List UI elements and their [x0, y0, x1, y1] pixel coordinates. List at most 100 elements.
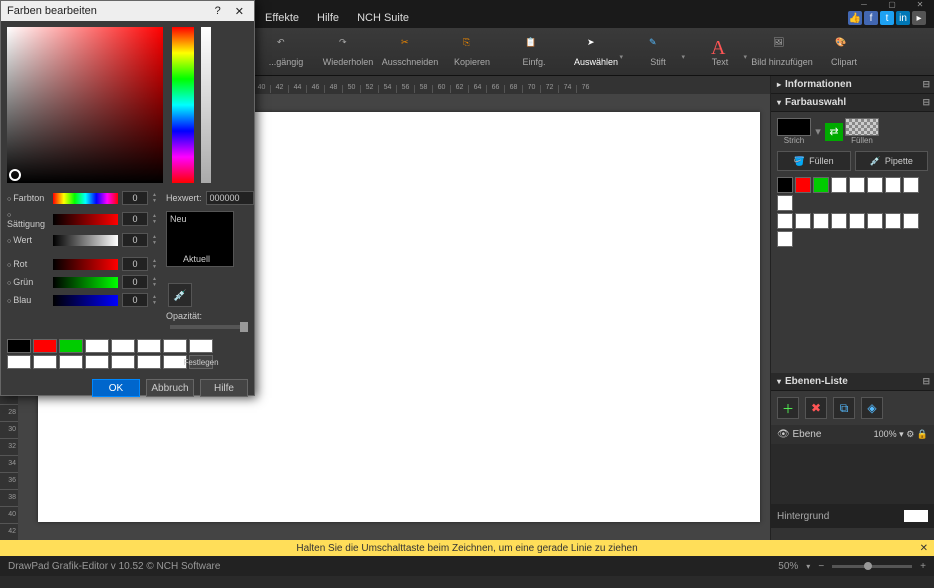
- lock-icon[interactable]: 🔒: [917, 429, 928, 439]
- delete-layer-button[interactable]: ✖: [805, 397, 827, 419]
- opacity-slider[interactable]: [170, 325, 248, 329]
- visibility-icon[interactable]: 👁: [777, 429, 790, 440]
- linkedin-icon[interactable]: in: [896, 11, 910, 25]
- colors-panel-header[interactable]: Farbauswahl⊟: [771, 94, 934, 112]
- layer-settings-icon[interactable]: ⚙: [906, 429, 914, 439]
- fill-button[interactable]: 🪣Füllen: [777, 151, 851, 171]
- panel-collapse-icon[interactable]: ⊟: [922, 79, 930, 90]
- minimize-button[interactable]: ─: [850, 0, 878, 8]
- preset-swatch[interactable]: [111, 339, 135, 353]
- hue-input[interactable]: [122, 191, 148, 205]
- dialog-help-button[interactable]: ?: [211, 5, 225, 18]
- text-tool[interactable]: AText▾: [689, 29, 751, 75]
- preset-swatch[interactable]: [7, 339, 31, 353]
- select-tool[interactable]: ➤Auswählen▾: [565, 29, 627, 75]
- palette-swatch[interactable]: [795, 177, 811, 193]
- hex-input[interactable]: [206, 191, 254, 205]
- blue-input[interactable]: [122, 293, 148, 307]
- layer-item[interactable]: 👁 Ebene 100% ▾ ⚙ 🔒: [771, 425, 934, 444]
- green-input[interactable]: [122, 275, 148, 289]
- close-button[interactable]: ✕: [906, 0, 934, 8]
- share-icon[interactable]: ▸: [912, 11, 926, 25]
- cancel-button[interactable]: Abbruch: [146, 379, 194, 397]
- zoom-in-button[interactable]: +: [920, 561, 926, 572]
- preset-swatch[interactable]: [85, 339, 109, 353]
- panel-collapse-icon[interactable]: ⊟: [922, 97, 930, 108]
- preset-swatch[interactable]: [7, 355, 31, 369]
- palette-swatch[interactable]: [777, 177, 793, 193]
- preset-swatch[interactable]: [59, 339, 83, 353]
- zoom-dropdown-icon[interactable]: ▾: [806, 562, 810, 571]
- preset-swatch[interactable]: [59, 355, 83, 369]
- hue-track[interactable]: [53, 193, 118, 204]
- palette-swatch[interactable]: [813, 213, 829, 229]
- dropdown-icon[interactable]: ▾: [813, 125, 823, 138]
- green-track[interactable]: [53, 277, 118, 288]
- like-icon[interactable]: 👍: [848, 11, 862, 25]
- background-layer[interactable]: Hintergrund: [771, 504, 934, 528]
- saturation-track[interactable]: [53, 214, 118, 225]
- layers-panel-header[interactable]: Ebenen-Liste⊟: [771, 373, 934, 391]
- value-track[interactable]: [53, 235, 118, 246]
- menu-nch-suite[interactable]: NCH Suite: [357, 12, 409, 24]
- palette-swatch[interactable]: [777, 213, 793, 229]
- saturation-input[interactable]: [122, 212, 148, 226]
- zoom-out-button[interactable]: −: [818, 561, 824, 572]
- hint-close-button[interactable]: ✕: [920, 543, 928, 554]
- preset-swatch[interactable]: [137, 339, 161, 353]
- help-button[interactable]: Hilfe: [200, 379, 248, 397]
- preset-swatch[interactable]: [85, 355, 109, 369]
- layer-options-button[interactable]: ◈: [861, 397, 883, 419]
- menu-help[interactable]: Hilfe: [317, 12, 339, 24]
- blue-track[interactable]: [53, 295, 118, 306]
- preset-swatch[interactable]: [137, 355, 161, 369]
- red-input[interactable]: [122, 257, 148, 271]
- menu-effects[interactable]: Effekte: [265, 12, 299, 24]
- duplicate-layer-button[interactable]: ⧉: [833, 397, 855, 419]
- pen-tool[interactable]: ✎Stift▾: [627, 29, 689, 75]
- hue-slider[interactable]: [172, 27, 194, 183]
- palette-swatch[interactable]: [777, 231, 793, 247]
- palette-swatch[interactable]: [903, 213, 919, 229]
- eyedropper-button[interactable]: 💉: [168, 283, 192, 307]
- copy-button[interactable]: ⎘Kopieren: [441, 29, 503, 75]
- swap-colors-icon[interactable]: ⇄: [825, 123, 843, 141]
- palette-swatch[interactable]: [885, 177, 901, 193]
- undo-button[interactable]: ↶...gängig: [255, 29, 317, 75]
- preset-swatch[interactable]: [33, 339, 57, 353]
- add-layer-button[interactable]: ＋: [777, 397, 799, 419]
- preset-swatch[interactable]: [111, 355, 135, 369]
- palette-swatch[interactable]: [903, 177, 919, 193]
- value-input[interactable]: [122, 233, 148, 247]
- color-field[interactable]: [7, 27, 163, 183]
- add-image-button[interactable]: 🖼Bild hinzufügen: [751, 29, 813, 75]
- stroke-swatch[interactable]: [777, 118, 811, 136]
- zoom-slider[interactable]: [832, 565, 912, 568]
- facebook-icon[interactable]: f: [864, 11, 878, 25]
- palette-swatch[interactable]: [813, 177, 829, 193]
- palette-swatch[interactable]: [795, 213, 811, 229]
- ok-button[interactable]: OK: [92, 379, 140, 397]
- info-panel-header[interactable]: Informationen⊟: [771, 76, 934, 94]
- red-track[interactable]: [53, 259, 118, 270]
- palette-swatch[interactable]: [777, 195, 793, 211]
- cut-button[interactable]: ✂Ausschneiden: [379, 29, 441, 75]
- panel-collapse-icon[interactable]: ⊟: [922, 376, 930, 387]
- palette-swatch[interactable]: [867, 213, 883, 229]
- palette-swatch[interactable]: [867, 177, 883, 193]
- palette-swatch[interactable]: [849, 177, 865, 193]
- set-color-button[interactable]: Festlegen: [189, 355, 213, 369]
- palette-swatch[interactable]: [885, 213, 901, 229]
- palette-swatch[interactable]: [831, 177, 847, 193]
- pipette-button[interactable]: 💉Pipette: [855, 151, 929, 171]
- clipart-button[interactable]: 🎨Clipart: [813, 29, 875, 75]
- twitter-icon[interactable]: t: [880, 11, 894, 25]
- preset-swatch[interactable]: [33, 355, 57, 369]
- preset-swatch[interactable]: [189, 339, 213, 353]
- fill-swatch[interactable]: [845, 118, 879, 136]
- preset-swatch[interactable]: [163, 339, 187, 353]
- dialog-close-button[interactable]: ✕: [231, 5, 248, 18]
- palette-swatch[interactable]: [831, 213, 847, 229]
- redo-button[interactable]: ↷Wiederholen: [317, 29, 379, 75]
- maximize-button[interactable]: ▢: [878, 0, 906, 8]
